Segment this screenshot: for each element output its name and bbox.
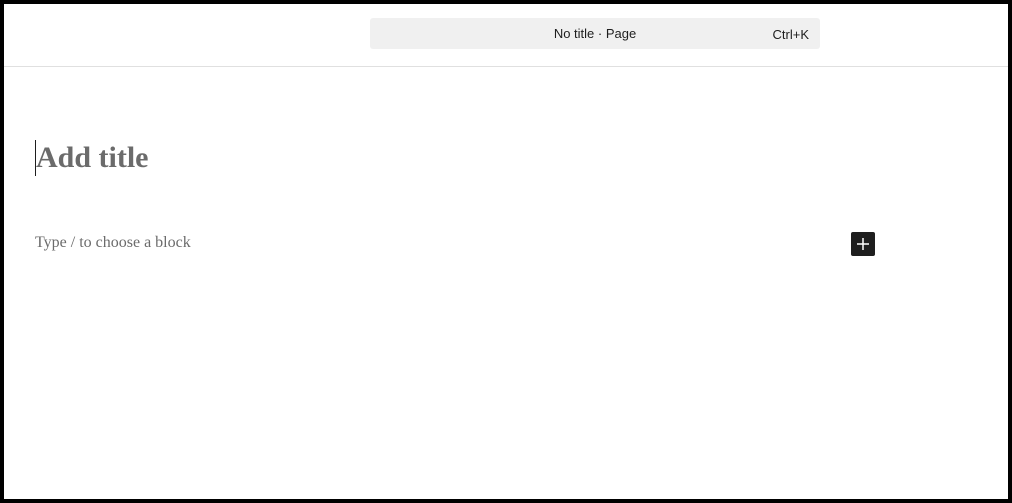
command-palette-button[interactable]: No title · Page Ctrl+K	[370, 18, 820, 49]
keyboard-shortcut-label: Ctrl+K	[772, 27, 809, 42]
editor-canvas[interactable]: Add title Type / to choose a block	[4, 68, 1008, 499]
title-placeholder: Add title	[36, 141, 149, 174]
add-block-button[interactable]	[851, 232, 875, 256]
editor-top-bar: No title · Page Ctrl+K	[4, 4, 1008, 67]
block-appender-placeholder[interactable]: Type / to choose a block	[35, 234, 191, 252]
document-title-label: No title · Page	[553, 26, 637, 41]
editor-window: No title · Page Ctrl+K Add title Type / …	[0, 0, 1012, 503]
plus-icon	[856, 237, 870, 251]
post-title-field[interactable]: Add title	[35, 138, 149, 178]
